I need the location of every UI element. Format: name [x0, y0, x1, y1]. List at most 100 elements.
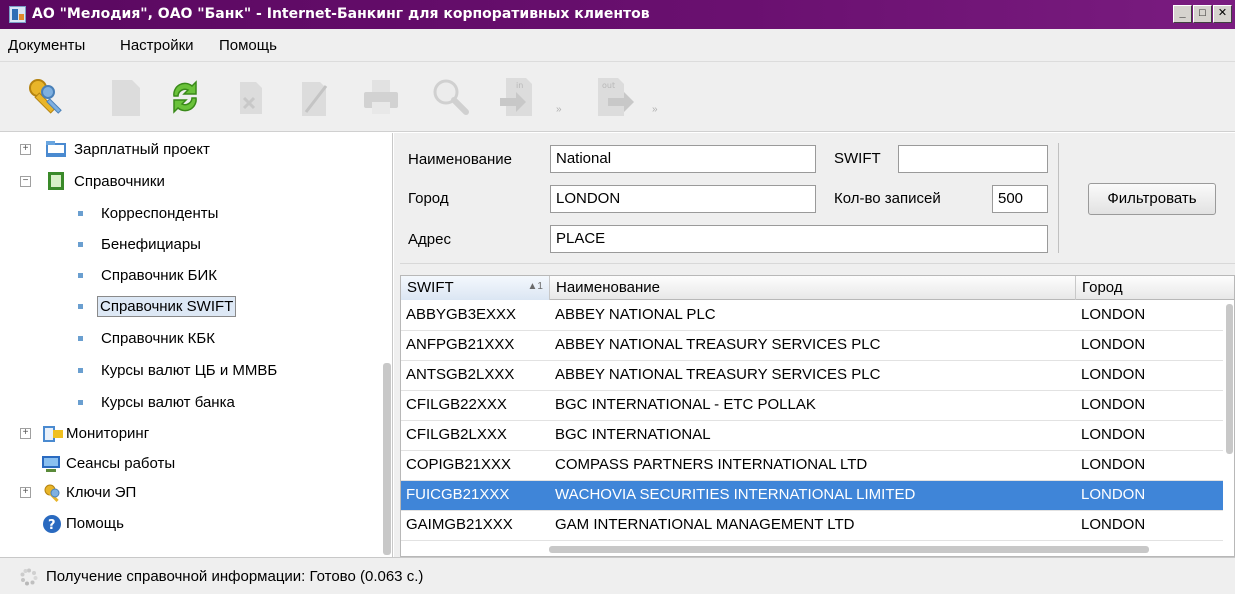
app-icon [9, 6, 26, 23]
table-row[interactable]: CFILGB2LXXX BGC INTERNATIONAL LONDON [401, 421, 1223, 451]
export-menu-chevron-icon[interactable]: » [652, 104, 658, 115]
table-vertical-scrollbar[interactable] [1226, 304, 1233, 454]
cell-city: LONDON [1081, 396, 1146, 413]
menu-settings[interactable]: Настройки [120, 37, 194, 54]
menu-documents[interactable]: Документы [8, 37, 85, 54]
refresh-icon[interactable] [160, 72, 210, 122]
tree-item-bik-directory[interactable]: Справочник БИК [0, 262, 380, 290]
tree-item-bank-rates[interactable]: Курсы валют банка [0, 389, 380, 417]
cell-city: LONDON [1081, 456, 1146, 473]
name-label: Наименование [408, 151, 512, 168]
cell-name: ABBEY NATIONAL TREASURY SERVICES PLC [555, 366, 881, 383]
tree-item-cb-rates[interactable]: Курсы валют ЦБ и ММВБ [0, 357, 380, 385]
table-row[interactable]: ANFPGB21XXX ABBEY NATIONAL TREASURY SERVI… [401, 331, 1223, 361]
tree-item-label: Мониторинг [66, 425, 150, 442]
menu-help[interactable]: Помощь [219, 37, 277, 54]
swift-directory-panel: Наименование National SWIFT Город LONDON… [394, 133, 1235, 557]
tree-item-kbk-directory[interactable]: Справочник КБК [0, 325, 380, 353]
tree-scrollbar[interactable] [383, 363, 391, 555]
cell-swift: COPIGB21XXX [406, 456, 512, 473]
tree-item-help[interactable]: ? Помощь [0, 510, 380, 538]
print-icon[interactable] [356, 72, 406, 122]
menu-bar: Документы Настройки Помощь [0, 29, 1235, 62]
record-count-label: Кол-во записей [834, 190, 941, 207]
record-count-field[interactable]: 500 [992, 185, 1048, 213]
filter-button[interactable]: Фильтровать [1088, 183, 1216, 215]
expand-icon[interactable]: + [20, 144, 31, 155]
status-text: Получение справочной информации: Готово … [46, 568, 424, 585]
bullet-icon [78, 211, 83, 216]
cell-name: BGC INTERNATIONAL [555, 426, 711, 443]
cell-swift: GAIMGB21XXX [406, 516, 513, 533]
column-header-label: SWIFT [407, 279, 454, 296]
expand-icon[interactable]: + [20, 428, 31, 439]
address-label: Адрес [408, 231, 451, 248]
tree-item-directories[interactable]: − Справочники [0, 168, 380, 196]
keys-icon[interactable] [22, 72, 72, 122]
column-header-swift[interactable]: SWIFT ▲1 [401, 276, 550, 300]
edit-icon[interactable] [290, 72, 340, 122]
section-divider [400, 263, 1235, 264]
city-field[interactable]: LONDON [550, 185, 816, 213]
tree-item-label: Справочники [74, 173, 165, 190]
cell-city: LONDON [1081, 366, 1146, 383]
swift-field[interactable] [898, 145, 1048, 173]
tree-item-salary-project[interactable]: + Зарплатный проект [0, 136, 380, 164]
address-field[interactable]: PLACE [550, 225, 1048, 253]
column-header-name[interactable]: Наименование [550, 276, 1076, 300]
column-header-city[interactable]: Город [1076, 276, 1234, 300]
filter-divider [1058, 143, 1059, 253]
import-menu-chevron-icon[interactable]: » [556, 104, 562, 115]
table-horizontal-scrollbar[interactable] [549, 546, 1149, 553]
tree-item-signature-keys[interactable]: + Ключи ЭП [0, 479, 380, 507]
bullet-icon [78, 400, 83, 405]
tree-item-monitoring[interactable]: + Мониторинг [0, 420, 380, 448]
tree-item-beneficiaries[interactable]: Бенефициары [0, 231, 380, 259]
export-icon[interactable]: out [592, 72, 642, 122]
table-row[interactable]: ANTSGB2LXXX ABBEY NATIONAL TREASURY SERVI… [401, 361, 1223, 391]
table-row[interactable]: GAIMGB21XXX GAM INTERNATIONAL MANAGEMENT … [401, 511, 1223, 541]
cell-swift: CFILGB2LXXX [406, 426, 507, 443]
table-row[interactable]: COPIGB21XXX COMPASS PARTNERS INTERNATIONA… [401, 451, 1223, 481]
maximize-button[interactable]: □ [1193, 5, 1212, 23]
cell-swift: ANTSGB2LXXX [406, 366, 515, 383]
cell-swift: ABBYGB3EXXX [406, 306, 517, 323]
close-button[interactable]: ✕ [1213, 5, 1232, 23]
delete-icon[interactable] [226, 72, 276, 122]
cell-swift: FUICGB21XXX [406, 486, 510, 503]
table-row[interactable]: ABBYGB3EXXX ABBEY NATIONAL PLC LONDON [401, 301, 1223, 331]
cell-name: COMPASS PARTNERS INTERNATIONAL LTD [555, 456, 868, 473]
import-icon[interactable]: in [496, 72, 546, 122]
sessions-icon [42, 456, 60, 472]
table-header: SWIFT ▲1 Наименование Город [401, 276, 1234, 300]
tree-item-label: Зарплатный проект [74, 141, 210, 158]
tree-item-label: Бенефициары [101, 236, 201, 253]
tree-item-label: Помощь [66, 515, 124, 532]
tree-item-sessions[interactable]: Сеансы работы [0, 450, 380, 478]
tree-item-label: Курсы валют банка [101, 394, 235, 411]
navigation-tree: + Зарплатный проект − Справочники Коррес… [0, 133, 393, 557]
search-icon[interactable] [424, 72, 474, 122]
expand-icon[interactable]: + [20, 487, 31, 498]
book-icon [48, 172, 64, 190]
swift-label: SWIFT [834, 150, 881, 167]
tree-item-label: Курсы валют ЦБ и ММВБ [101, 362, 278, 379]
tree-item-label: Корреспонденты [101, 205, 219, 222]
cell-name: GAM INTERNATIONAL MANAGEMENT LTD [555, 516, 855, 533]
tree-item-swift-directory[interactable]: Справочник SWIFT [0, 293, 380, 321]
minimize-button[interactable]: _ [1173, 5, 1192, 23]
name-field[interactable]: National [550, 145, 816, 173]
new-document-icon[interactable] [100, 72, 150, 122]
table-row[interactable]: FUICGB21XXX WACHOVIA SECURITIES INTERNATI… [401, 481, 1223, 511]
title-bar[interactable]: АО "Мелодия", ОАО "Банк" - Internet-Банк… [0, 0, 1235, 29]
svg-text:?: ? [48, 518, 56, 533]
collapse-icon[interactable]: − [20, 176, 31, 187]
loading-spinner-icon [20, 568, 38, 586]
monitoring-icon [43, 426, 63, 442]
cell-city: LONDON [1081, 336, 1146, 353]
tree-item-correspondents[interactable]: Корреспонденты [0, 200, 380, 228]
bullet-icon [78, 368, 83, 373]
table-row[interactable]: CFILGB22XXX BGC INTERNATIONAL - ETC POLLA… [401, 391, 1223, 421]
cell-city: LONDON [1081, 486, 1146, 503]
key-icon [44, 484, 60, 502]
